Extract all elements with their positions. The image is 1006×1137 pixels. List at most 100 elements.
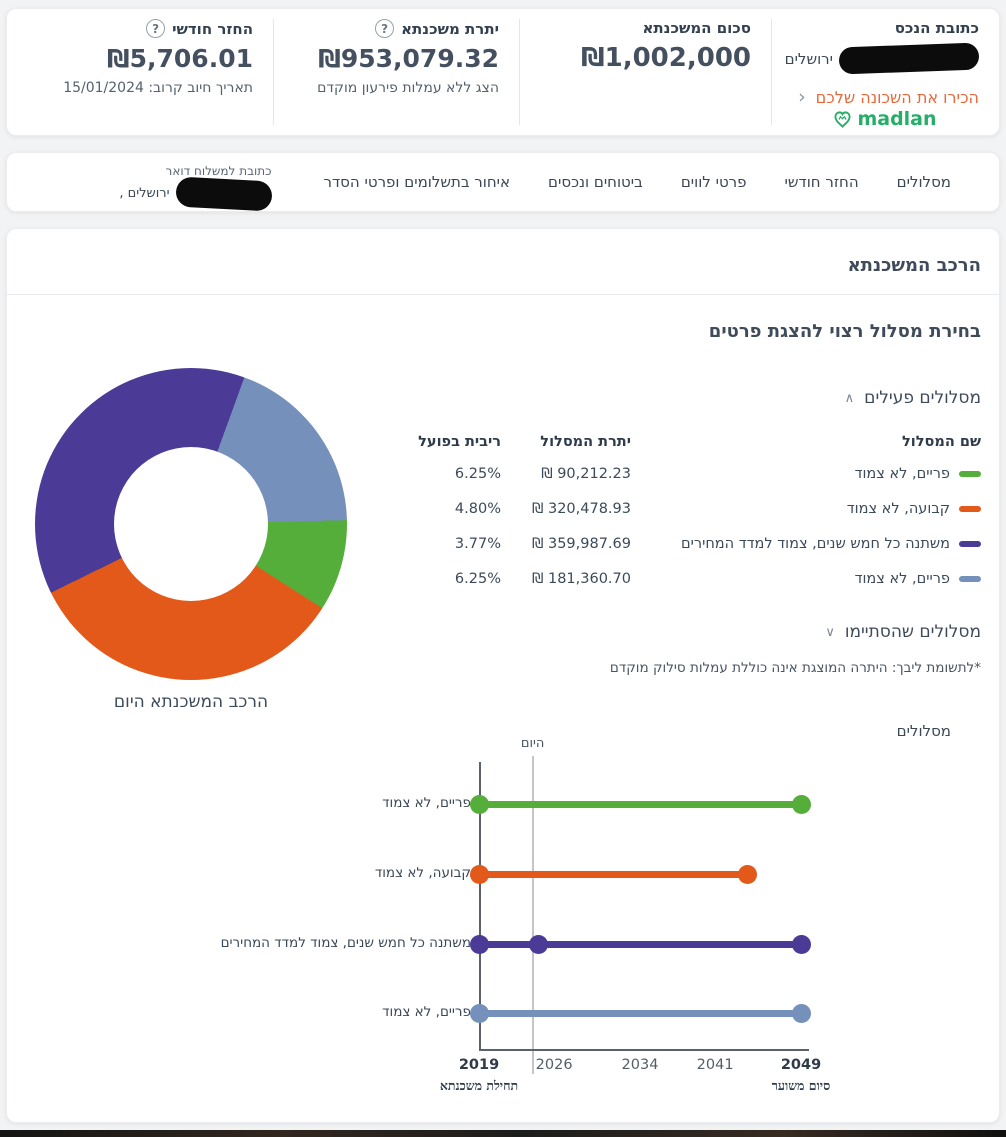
x-tick-label: 2026 [535, 1057, 573, 1073]
section-subtitle: בחירת מסלול רצוי להצגת פרטים [708, 321, 981, 342]
track-rate: 4.80% [454, 500, 501, 517]
timeline-marker-dot[interactable] [791, 794, 811, 814]
mortgage-summary-card: כתובת הנכס ירושלים הכירו את השכונה שלכם … [6, 8, 1000, 136]
page-title: הרכב המשכנתא [847, 255, 981, 276]
redacted-mail-address [174, 176, 273, 211]
mortgage-balance-column: יתרת משכנתא ? ₪953,079.32 הצג ללא עמלות … [273, 9, 519, 135]
track-name-cell: פריים, לא צמוד [631, 466, 981, 482]
mortgage-amount-label: סכום המשכנתא [642, 19, 751, 37]
tracks-table-header: שם המסלול יתרת המסלול ריבית בפועל [391, 428, 981, 456]
mail-address-block: כתובת למשלוח דואר ירושלים , [119, 163, 273, 211]
table-row[interactable]: פריים, לא צמוד ₪ 181,360.70 6.25% [391, 561, 981, 596]
today-label: היום [520, 736, 545, 751]
track-color-swatch [959, 575, 981, 582]
timeline-marker-dot[interactable] [469, 1003, 489, 1023]
table-row[interactable]: פריים, לא צמוד ₪ 90,212.23 6.25% [391, 456, 981, 491]
active-tracks-accordion[interactable]: מסלולים פעילים ∧ [391, 388, 981, 408]
donut-caption: הרכב המשכנתא היום [113, 692, 269, 712]
timeline-track-line[interactable] [479, 800, 801, 808]
track-name: קבועה, לא צמוד [846, 500, 950, 517]
timeline-marker-dot[interactable] [469, 934, 489, 954]
timeline-row-label: משתנה כל חמש שנים, צמוד למדד המחירים [220, 935, 471, 951]
track-name-cell: קבועה, לא צמוד [631, 501, 981, 517]
track-color-swatch [959, 505, 981, 512]
x-tick-label: 2019 [458, 1057, 500, 1073]
track-rate: 6.25% [454, 570, 501, 587]
nav-item-1[interactable]: החזר חודשי [785, 173, 859, 191]
header-track-balance: יתרת המסלול [540, 434, 631, 450]
track-color-swatch [959, 470, 981, 477]
track-balance: ₪ 90,212.23 [541, 465, 631, 482]
x-start-sublabel: תחילת משכנתא [439, 1078, 519, 1093]
timeline-row-label: פריים, לא צמוד [382, 795, 471, 811]
mail-address-label: כתובת למשלוח דואר [165, 163, 272, 178]
tracks-panel: מסלולים פעילים ∧ שם המסלול יתרת המסלול ר… [391, 354, 981, 712]
monthly-payment-label: החזר חודשי [172, 19, 253, 38]
balance-note: *לתשומת ליבך: היתרה המוצגת אינה כוללת עמ… [609, 660, 981, 676]
mail-address-city: ירושלים , [119, 186, 170, 201]
composition-content: מסלולים פעילים ∧ שם המסלול יתרת המסלול ר… [7, 354, 999, 712]
madlan-logo[interactable]: madlan [791, 108, 979, 130]
track-color-swatch [959, 540, 981, 547]
timeline-marker-dot[interactable] [791, 934, 811, 954]
x-tick-label: 2049 [780, 1057, 822, 1073]
table-row[interactable]: משתנה כל חמש שנים, צמוד למדד המחירים ₪ 35… [391, 526, 981, 561]
timeline-chart: מסלולים היום פריים, לא צמוד קבועה, לא צמוד מ… [7, 716, 999, 1106]
donut-panel: הרכב המשכנתא היום [25, 354, 391, 712]
monthly-payment-value: ₪5,706.01 [107, 44, 253, 73]
timeline-track-line[interactable] [479, 870, 748, 878]
timeline-marker-dot[interactable] [469, 794, 489, 814]
timeline-marker-dot[interactable] [791, 1003, 811, 1023]
mortgage-composition-card: הרכב המשכנתא בחירת מסלול רצוי להצגת פרטי… [6, 228, 1000, 1123]
chevron-left-icon: ‹ [798, 86, 806, 108]
timeline-row-label: פריים, לא צמוד [382, 1004, 471, 1020]
nav-item-4[interactable]: איחור בתשלומים ופרטי הסדר [324, 173, 511, 191]
nav-item-0[interactable]: מסלולים [897, 173, 951, 191]
x-tick-label: 2041 [696, 1057, 734, 1073]
show-without-fees-link[interactable]: הצג ללא עמלות פירעון מוקדם [293, 80, 499, 96]
track-balance: ₪ 320,478.93 [531, 500, 631, 517]
tracks-table: שם המסלול יתרת המסלול ריבית בפועל פריים,… [391, 428, 981, 596]
monthly-payment-column: החזר חודשי ? ₪5,706.01 תאריך חיוב קרוב: … [11, 9, 273, 135]
timeline-track-line[interactable] [479, 1009, 801, 1017]
footer-edge-bar [0, 1130, 1006, 1137]
tracks-table-body: פריים, לא צמוד ₪ 90,212.23 6.25% קבועה, לא … [391, 456, 981, 596]
mortgage-balance-label: יתרת משכנתא [401, 19, 499, 38]
next-charge-date: תאריך חיוב קרוב: 15/01/2024 [63, 80, 253, 96]
nav-item-2[interactable]: פרטי לווים [681, 173, 747, 191]
timeline-row-label: קבועה, לא צמוד [374, 865, 471, 881]
mortgage-amount-column: סכום המשכנתא ₪1,002,000 [519, 9, 771, 135]
timeline-marker-dot[interactable] [528, 934, 548, 954]
neighborhood-link[interactable]: הכירו את השכונה שלכם ‹ [791, 86, 979, 108]
nav-items: מסלולים החזר חודשי פרטי לווים ביטוחים ונכסי… [324, 173, 951, 191]
timeline-marker-dot[interactable] [469, 864, 489, 884]
finished-tracks-accordion[interactable]: מסלולים שהסתיימו ∨ [391, 622, 981, 642]
table-row[interactable]: קבועה, לא צמוד ₪ 320,478.93 4.80% [391, 491, 981, 526]
track-name-cell: משתנה כל חמש שנים, צמוד למדד המחירים [631, 536, 981, 552]
timeline-track-line[interactable] [479, 940, 801, 948]
help-icon[interactable]: ? [146, 19, 166, 38]
x-tick-label: 2034 [621, 1057, 659, 1073]
mortgage-composition-donut[interactable] [35, 368, 347, 680]
timeline-marker-dot[interactable] [737, 864, 757, 884]
track-name-cell: פריים, לא צמוד [631, 571, 981, 587]
track-balance: ₪ 181,360.70 [531, 570, 631, 587]
timeline-title: מסלולים [896, 722, 951, 740]
madlan-heart-icon [834, 110, 852, 128]
track-name: משתנה כל חמש שנים, צמוד למדד המחירים [681, 535, 950, 552]
mortgage-balance-value: ₪953,079.32 [318, 44, 499, 73]
x-end-sublabel: סיום משוער [771, 1078, 831, 1093]
main-nav: מסלולים החזר חודשי פרטי לווים ביטוחים ונכסי… [6, 152, 1000, 212]
property-address-label: כתובת הנכס [894, 19, 979, 37]
chevron-down-icon: ∨ [825, 624, 835, 640]
track-rate: 6.25% [454, 465, 501, 482]
property-address-column: כתובת הנכס ירושלים הכירו את השכונה שלכם … [771, 9, 999, 135]
header-track-rate: ריבית בפועל [418, 434, 501, 450]
nav-item-3[interactable]: ביטוחים ונכסים [548, 173, 643, 191]
track-name: פריים, לא צמוד [854, 570, 950, 587]
address-city: ירושלים [784, 49, 833, 68]
redacted-address [838, 42, 980, 75]
header-track-name: שם המסלול [902, 434, 981, 450]
help-icon[interactable]: ? [375, 19, 395, 38]
track-rate: 3.77% [454, 535, 501, 552]
